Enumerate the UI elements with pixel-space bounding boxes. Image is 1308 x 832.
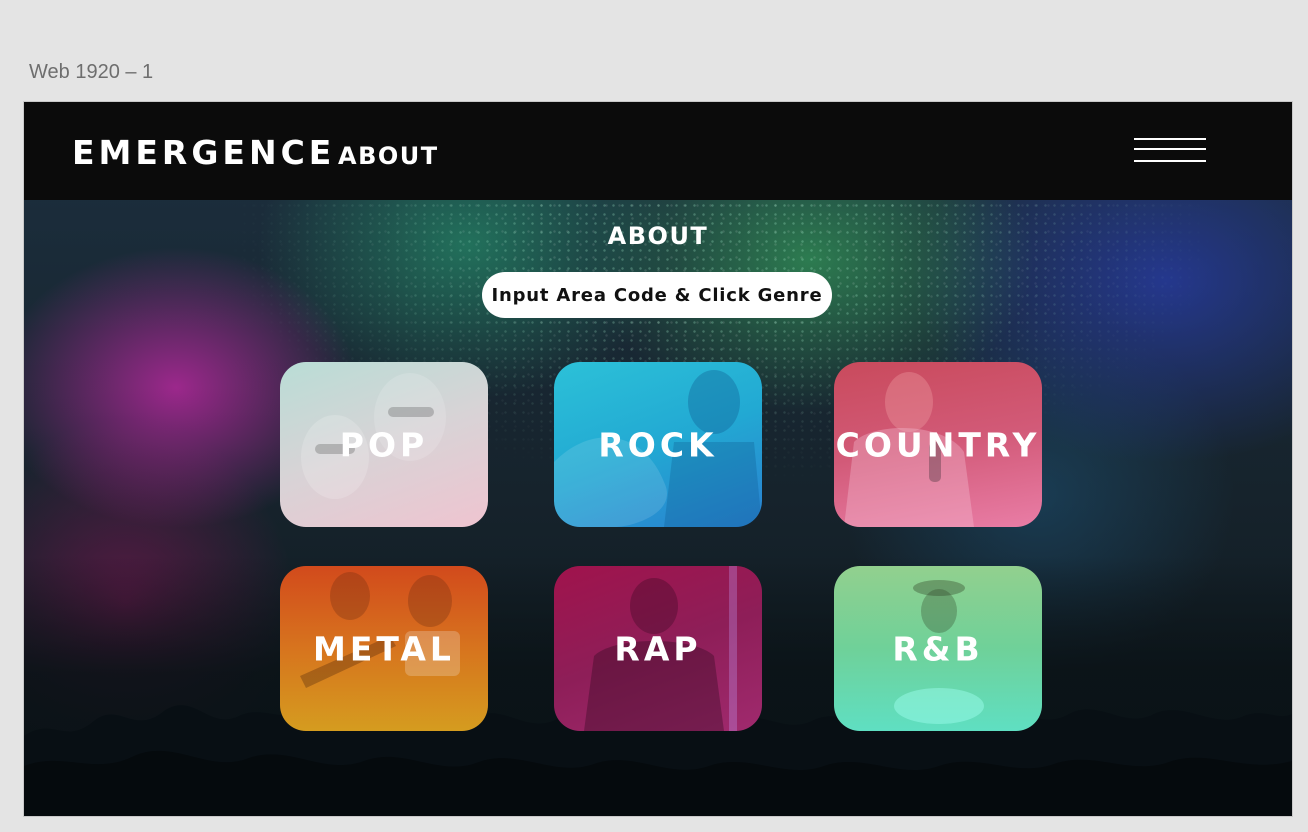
brand-logo[interactable]: EMERGENCE [72,133,335,172]
top-navbar: EMERGENCE ABOUT [24,102,1292,200]
genre-tile-pop[interactable]: POP [280,362,488,527]
nav-about-link[interactable]: ABOUT [338,142,439,170]
artboard-label: Web 1920 – 1 [29,61,154,83]
genre-label: RAP [614,629,702,668]
genre-tile-rnb[interactable]: R&B [834,566,1042,731]
menu-line [1134,148,1206,150]
genre-label: ROCK [598,425,718,464]
area-code-input[interactable] [482,272,832,318]
menu-line [1134,160,1206,162]
genre-label: COUNTRY [835,425,1041,464]
genre-label: POP [339,425,429,464]
artboard: EMERGENCE ABOUT ABOUT POP ROCK [23,101,1293,817]
genre-label: R&B [892,629,984,668]
menu-line [1134,138,1206,140]
genre-tile-rock[interactable]: ROCK [554,362,762,527]
genre-label: METAL [313,629,455,668]
hamburger-menu-icon[interactable] [1134,138,1206,166]
section-title: ABOUT [607,222,709,250]
genre-tile-rap[interactable]: RAP [554,566,762,731]
genre-tile-country[interactable]: COUNTRY [834,362,1042,527]
genre-tile-metal[interactable]: METAL [280,566,488,731]
